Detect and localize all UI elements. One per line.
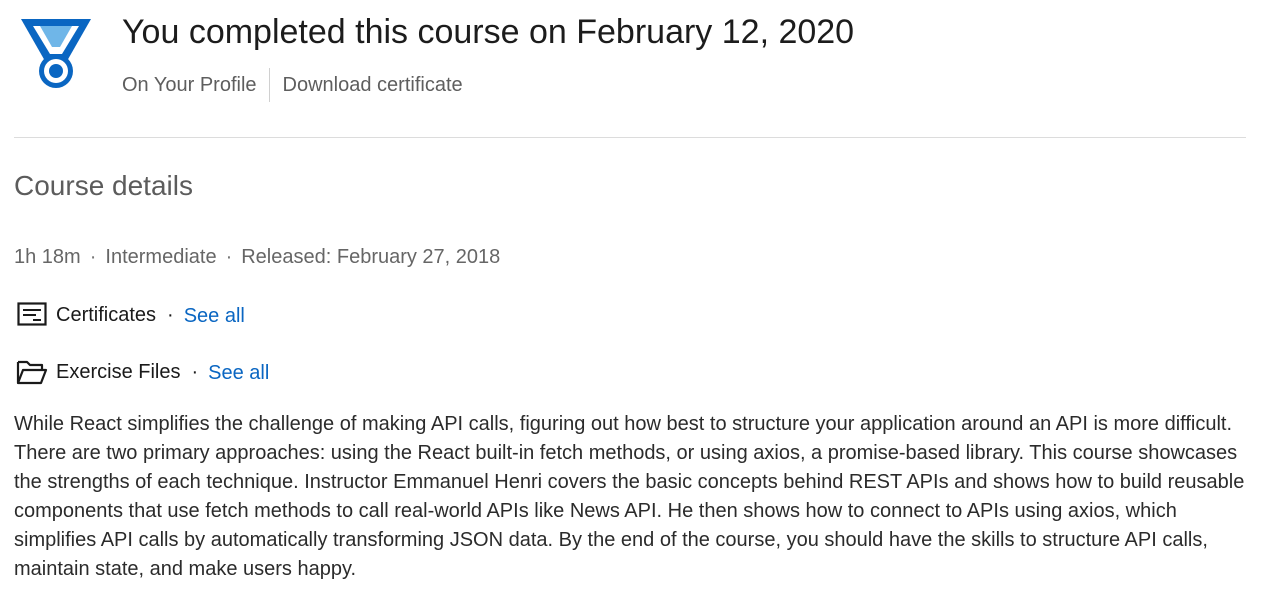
course-release-date: Released: February 27, 2018: [241, 246, 501, 268]
meta-separator: ·: [89, 246, 97, 268]
exercise-files-label: Exercise Files: [56, 360, 181, 383]
download-certificate-link[interactable]: Download certificate: [283, 74, 463, 97]
course-details-heading: Course details: [14, 170, 193, 201]
on-your-profile-link[interactable]: On Your Profile: [122, 74, 257, 97]
medal-icon: [18, 14, 94, 92]
completion-banner: You completed this course on February 12…: [0, 0, 1262, 138]
course-description: While React simplifies the challenge of …: [14, 413, 1245, 580]
certificates-separator: ·: [167, 303, 174, 326]
exercise-files-see-all-link[interactable]: See all: [208, 362, 269, 385]
course-level: Intermediate: [105, 246, 217, 268]
course-meta: 1h 18m · Intermediate · Released: February 2…: [14, 243, 500, 271]
certificate-icon: [16, 301, 48, 329]
folder-icon: [16, 358, 48, 386]
certificates-see-all-link[interactable]: See all: [184, 305, 245, 328]
exercise-files-separator: ·: [191, 360, 199, 383]
link-divider: [268, 68, 270, 102]
completion-title: You completed this course on February 12…: [122, 13, 855, 51]
completion-links: On Your Profile Download certificate: [122, 68, 463, 102]
certificates-row: Certificates · See all: [16, 299, 245, 331]
course-duration: 1h 18m: [14, 246, 81, 268]
section-divider: [14, 137, 1246, 138]
course-page: You completed this course on February 12…: [0, 0, 1262, 608]
certificates-label: Certificates: [56, 303, 157, 326]
meta-separator: ·: [225, 246, 233, 268]
exercise-files-row: Exercise Files · See all: [16, 356, 269, 388]
